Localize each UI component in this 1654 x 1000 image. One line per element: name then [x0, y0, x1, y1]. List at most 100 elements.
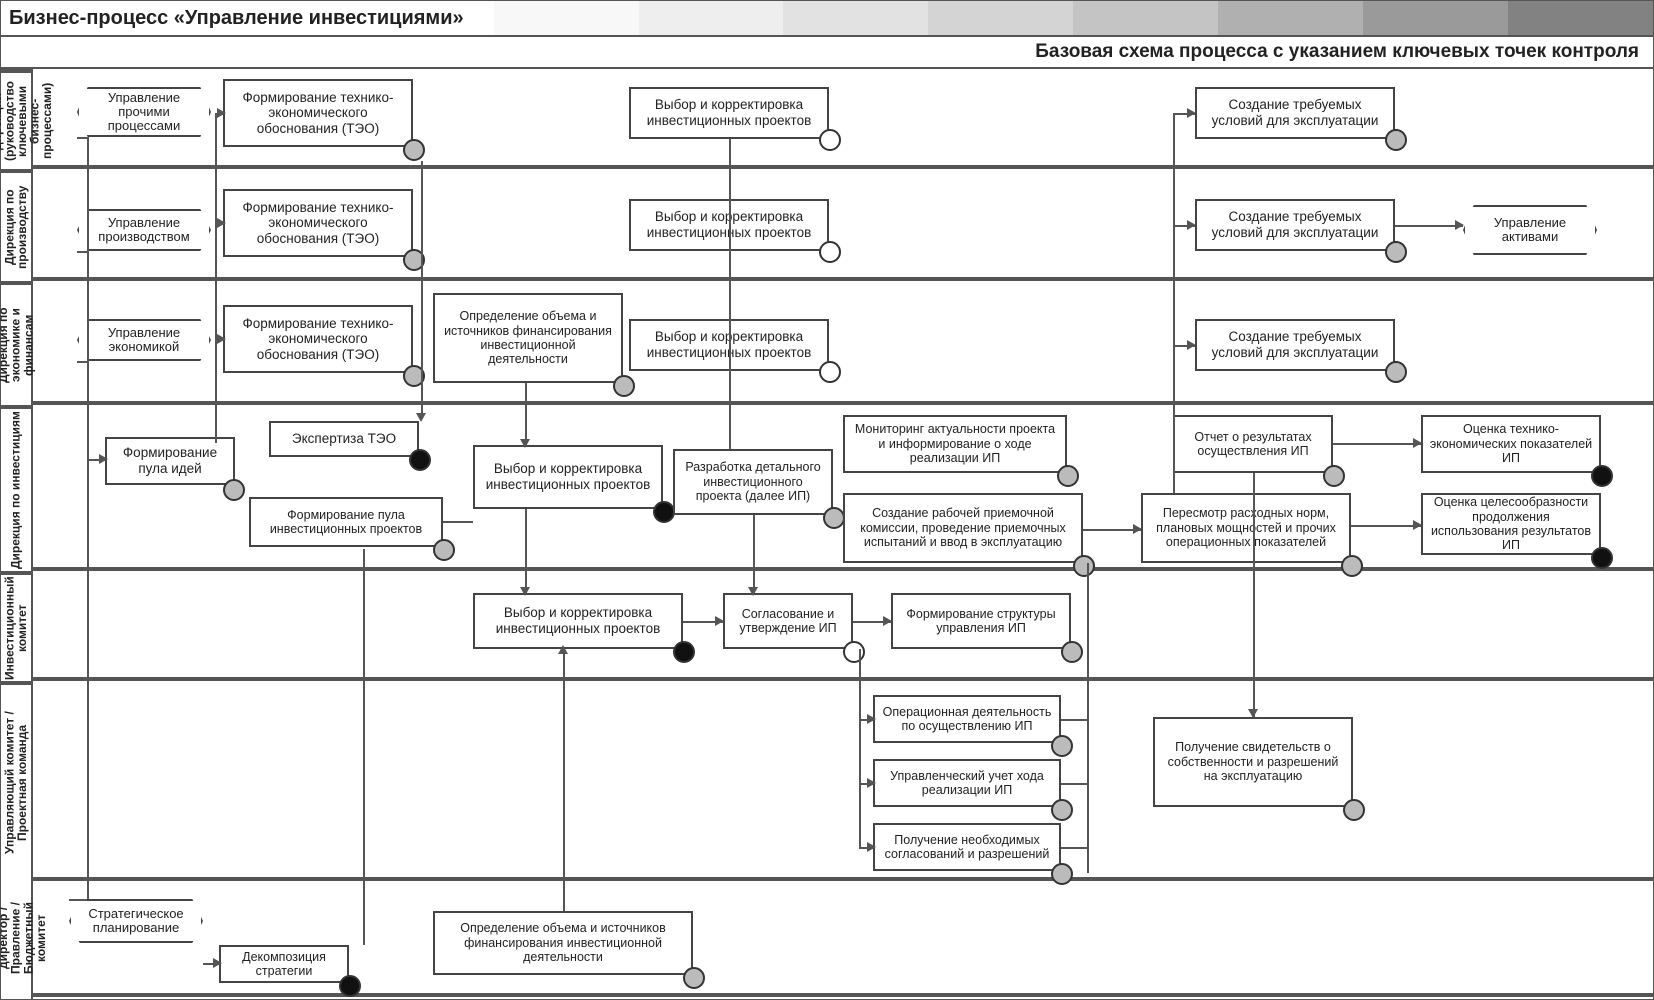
control-point [1051, 863, 1073, 885]
swimlane-label: Генеральный директор / Правление / Бюдже… [1, 881, 31, 995]
connector [363, 549, 365, 945]
connector [1395, 225, 1463, 227]
control-point [1061, 641, 1083, 663]
tag-asset-mgmt: Управление активами [1463, 205, 1597, 255]
box-teo-2: Формирование технико-экономического обос… [223, 189, 413, 257]
control-point [433, 539, 455, 561]
connector [77, 251, 87, 253]
control-point [819, 241, 841, 263]
lane-row [33, 681, 1653, 881]
control-point [843, 641, 865, 663]
connector [563, 649, 565, 911]
box-monitoring: Мониторинг актуальности проекта и информ… [843, 415, 1067, 473]
box-cond-1: Создание требуемых условий для эксплуата… [1195, 87, 1395, 139]
tag-econ-mgmt: Управление экономикой [77, 319, 211, 361]
arrow-icon [715, 616, 724, 626]
control-point [339, 975, 361, 997]
box-sel-inv: Выбор и корректировка инвестиционных про… [473, 445, 663, 509]
box-commission: Создание рабочей приемочной комиссии, пр… [843, 493, 1083, 563]
connector [1173, 225, 1195, 227]
connector [1351, 525, 1421, 527]
control-point [823, 507, 845, 529]
control-point [403, 139, 425, 161]
arrow-icon [217, 108, 226, 118]
connector [69, 899, 87, 901]
title-gradient [494, 1, 1653, 35]
arrow-icon [1413, 438, 1422, 448]
tag-other-mgmt: Управление прочими процессами [77, 87, 211, 137]
arrow-icon [217, 334, 226, 344]
control-point [409, 449, 431, 471]
connector [421, 161, 423, 419]
connector [753, 515, 755, 593]
arrow-icon [213, 958, 222, 968]
arrow-icon [748, 587, 758, 596]
arrow-icon [217, 218, 226, 228]
control-point [1343, 799, 1365, 821]
arrow-icon [99, 454, 108, 464]
diagram-body: Прочие дирекции (руководство ключевыми б… [1, 69, 1653, 999]
control-point [1591, 465, 1613, 487]
connector [525, 383, 527, 445]
control-point [1385, 241, 1407, 263]
box-mgmt-acct: Управленческий учет хода реализации ИП [873, 759, 1061, 807]
control-point [1323, 465, 1345, 487]
arrow-icon [520, 439, 530, 448]
arrow-icon [558, 645, 568, 654]
swimlane-label: Дирекция по производству [1, 169, 31, 281]
control-point [1051, 799, 1073, 821]
connector [1061, 847, 1089, 849]
connector [215, 113, 217, 443]
control-point [223, 479, 245, 501]
box-sel-ic: Выбор и корректировка инвестиционных про… [473, 593, 683, 649]
box-revise-norms: Пересмотр расходных норм, плановых мощно… [1141, 493, 1351, 563]
box-cond-2: Создание требуемых условий для эксплуата… [1195, 199, 1395, 251]
arrow-icon [1413, 520, 1422, 530]
arrow-icon [1133, 524, 1142, 534]
box-report-ip: Отчет о результатах осуществления ИП [1173, 415, 1333, 473]
title-bar: Бизнес-процесс «Управление инвестициями» [1, 1, 1653, 37]
control-point [1057, 465, 1079, 487]
arrow-icon [867, 714, 876, 724]
tag-prod-mgmt: Управление производством [77, 209, 211, 251]
control-point [1341, 555, 1363, 577]
arrow-icon [1248, 709, 1258, 718]
box-teo-3: Формирование технико-экономического обос… [223, 305, 413, 373]
arrow-icon [416, 413, 426, 422]
box-eval-feas: Оценка целесообразности продолжения испо… [1421, 493, 1601, 555]
tag-strat-plan: Стратегическое планирование [69, 899, 203, 943]
connector [87, 459, 89, 899]
box-sel-1: Выбор и корректировка инвестиционных про… [629, 87, 829, 139]
swimlane-label: Дирекция по экономике и финансам [1, 281, 31, 405]
box-decomp: Декомпозиция стратегии [219, 945, 349, 983]
control-point [1073, 555, 1095, 577]
arrow-icon [883, 616, 892, 626]
swimlane-label: Инвестиционный комитет [1, 571, 31, 681]
box-pool-proj: Формирование пула инвестиционных проекто… [249, 497, 443, 547]
subtitle: Базовая схема процесса с указанием ключе… [1, 37, 1653, 69]
diagram-page: Бизнес-процесс «Управление инвестициями»… [0, 0, 1654, 1000]
diagram-canvas: Управление прочими процессами Управление… [33, 69, 1653, 999]
connector [87, 137, 89, 459]
box-cond-3: Создание требуемых условий для эксплуата… [1195, 319, 1395, 371]
connector [443, 521, 473, 523]
connector [77, 361, 87, 363]
box-struct-ip: Формирование структуры управления ИП [891, 593, 1071, 649]
box-teo-exp: Экспертиза ТЭО [269, 421, 419, 457]
arrow-icon [520, 587, 530, 596]
control-point [1385, 129, 1407, 151]
box-eval-tech: Оценка технико-экономических показателей… [1421, 415, 1601, 473]
box-ownership: Получение свидетельств о собственности и… [1153, 717, 1353, 807]
control-point [1591, 547, 1613, 569]
swimlane-labels: Прочие дирекции (руководство ключевыми б… [1, 69, 33, 999]
connector [1061, 719, 1089, 721]
connector [1253, 473, 1255, 717]
control-point [819, 129, 841, 151]
page-title: Бизнес-процесс «Управление инвестициями» [1, 7, 464, 30]
swimlane-label: Управляющий комитет / Проектная команда [1, 681, 31, 881]
connector [729, 139, 731, 449]
connector [77, 137, 87, 139]
box-detail-proj: Разработка детального инвестиционного пр… [673, 449, 833, 515]
control-point [819, 361, 841, 383]
arrow-icon [867, 778, 876, 788]
